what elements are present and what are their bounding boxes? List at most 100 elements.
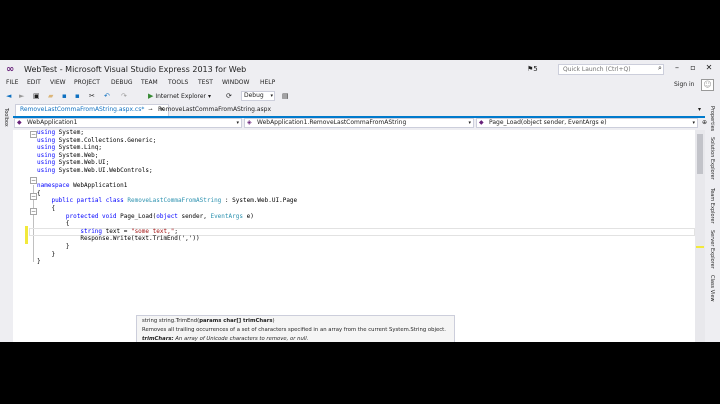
tab-label: RemoveLastCommaFromAString.aspx — [158, 106, 272, 113]
type-name: WebApplication1.RemoveLastCommaFromAStri… — [257, 119, 407, 126]
collapse-using-icon[interactable]: − — [30, 131, 37, 138]
code-line: protected void Page_Load(object sender, … — [65, 212, 254, 220]
code-line: { — [51, 204, 56, 212]
code-line: using System.Web.UI.WebControls; — [37, 166, 153, 174]
toolbar: ◄ ► ▣ ▰ ▪ ▪ ✂ ↶ ↷ ▶ Internet Explorer ▾ … — [0, 90, 720, 102]
window-title: WebTest - Microsoft Visual Studio Expres… — [24, 65, 247, 74]
left-tool-strip: Toolbox — [0, 104, 13, 342]
code-line: public partial class RemoveLastCommaFrom… — [51, 197, 298, 205]
project-dropdown[interactable]: ◆ WebApplication1 ▾ — [14, 118, 242, 128]
start-debugging-button[interactable]: ▶ Internet Explorer ▾ — [148, 91, 211, 102]
chevron-down-icon[interactable]: ▾ — [698, 104, 701, 116]
save-icon[interactable]: ▪ — [62, 90, 67, 102]
tooltip-signature: string string.TrimEnd(params char[] trim… — [142, 318, 275, 324]
code-line: { — [37, 189, 41, 197]
vs-window: ∞ WebTest - Microsoft Visual Studio Expr… — [0, 60, 720, 342]
solution-explorer-tab[interactable]: Solution Explorer — [709, 137, 715, 180]
open-folder-icon[interactable]: ▰ — [48, 90, 53, 102]
menu-test[interactable]: TEST — [198, 79, 213, 86]
scrollbar-thumb[interactable] — [697, 134, 703, 174]
member-name: Page_Load(object sender, EventArgs e) — [489, 119, 607, 126]
play-icon: ▶ — [148, 92, 154, 100]
type-dropdown[interactable]: ◈ WebApplication1.RemoveLastCommaFromASt… — [244, 118, 474, 128]
sign-in-link[interactable]: Sign in — [674, 81, 694, 88]
close-window-button[interactable]: ✕ — [704, 63, 714, 72]
pin-icon[interactable]: ⊸ — [148, 107, 152, 113]
save-all-icon[interactable]: ▪ — [75, 90, 80, 102]
document-tab-well: RemoveLastCommaFromAString.aspx.cs* ⊸ ✕ … — [13, 104, 705, 118]
code-editor[interactable]: − − − − using System; using System.Colle… — [13, 129, 695, 342]
code-line: using System.Collections.Generic; — [37, 136, 157, 144]
right-tool-strip: Properties Solution Explorer Team Explor… — [705, 104, 720, 342]
split-window-icon[interactable]: ⊕ — [702, 119, 707, 126]
menu-debug[interactable]: DEBUG — [111, 79, 133, 86]
code-line: } — [51, 250, 56, 258]
refresh-icon[interactable]: ⟳ — [226, 90, 232, 102]
chevron-down-icon: ▾ — [270, 93, 273, 99]
minimize-button[interactable]: – — [672, 63, 682, 72]
menu-file[interactable]: FILE — [6, 79, 18, 86]
tab-aspx-markup[interactable]: RemoveLastCommaFromAString.aspx — [154, 104, 275, 116]
code-text[interactable]: using System; using System.Collections.G… — [37, 129, 297, 266]
menu-help[interactable]: HELP — [260, 79, 275, 86]
code-line: using System; — [37, 129, 84, 136]
collapse-method-icon[interactable]: − — [30, 208, 37, 215]
team-explorer-tab[interactable]: Team Explorer — [709, 188, 715, 224]
code-line: using System.Linq; — [37, 144, 103, 152]
change-marker — [696, 246, 704, 248]
solution-config-select[interactable]: Debug ▾ — [241, 91, 275, 101]
quick-launch-placeholder: Quick Launch (Ctrl+Q) — [563, 66, 631, 73]
menu-project[interactable]: PROJECT — [74, 79, 100, 86]
properties-tab[interactable]: Properties — [709, 106, 715, 131]
project-name: WebApplication1 — [27, 119, 78, 126]
search-icon[interactable]: ⌕ — [658, 64, 662, 73]
code-line: } — [65, 242, 70, 250]
navigation-bar: ◆ WebApplication1 ▾ ◈ WebApplication1.Re… — [13, 118, 707, 129]
config-value: Debug — [244, 92, 264, 99]
class-view-tab[interactable]: Class View — [709, 275, 715, 302]
collapse-namespace-icon[interactable]: − — [30, 177, 37, 184]
csharp-project-icon: ◆ — [17, 119, 22, 126]
screen: ∞ WebTest - Microsoft Visual Studio Expr… — [0, 0, 720, 404]
menu-tools[interactable]: TOOLS — [168, 79, 188, 86]
cut-icon[interactable]: ✂ — [89, 90, 95, 102]
quick-launch-input[interactable]: Quick Launch (Ctrl+Q) — [558, 64, 664, 75]
chevron-down-icon: ▾ — [236, 120, 239, 126]
editor-vertical-scrollbar[interactable] — [695, 130, 705, 342]
toolbar-options-icon[interactable]: ▤ — [282, 90, 289, 102]
unsaved-change-marker — [25, 226, 28, 244]
code-line: namespace WebApplication1 — [37, 182, 128, 190]
quick-info-tooltip: string string.TrimEnd(params char[] trim… — [136, 315, 455, 342]
menu-team[interactable]: TEAM — [141, 79, 158, 86]
collapse-class-icon[interactable]: − — [30, 193, 37, 200]
code-line: using System.Web; — [37, 151, 99, 159]
new-project-icon[interactable]: ▣ — [33, 90, 40, 102]
member-dropdown[interactable]: ◆ Page_Load(object sender, EventArgs e) … — [476, 118, 698, 128]
tooltip-parameter: trimChars: An array of Unicode character… — [142, 336, 309, 342]
visual-studio-logo-icon: ∞ — [6, 64, 15, 75]
toolbox-tab[interactable]: Toolbox — [3, 108, 9, 127]
code-line: string text = "some text,"; — [80, 227, 178, 235]
menu-view[interactable]: VIEW — [50, 79, 66, 86]
title-bar: ∞ WebTest - Microsoft Visual Studio Expr… — [0, 60, 720, 78]
back-icon[interactable]: ◄ — [6, 90, 11, 102]
menu-window[interactable]: WINDOW — [222, 79, 249, 86]
code-line: } — [37, 258, 41, 266]
feedback-flag[interactable]: ⚑5 — [527, 65, 538, 73]
menu-edit[interactable]: EDIT — [27, 79, 41, 86]
maximize-button[interactable]: ▫ — [688, 63, 698, 72]
tab-label: RemoveLastCommaFromAString.aspx.cs* — [20, 106, 145, 113]
code-line: using System.Web.UI; — [37, 159, 110, 167]
redo-icon[interactable]: ↷ — [121, 90, 127, 102]
forward-icon[interactable]: ► — [19, 90, 24, 102]
code-line: { — [65, 220, 70, 228]
menu-bar: FILE EDIT VIEW PROJECT DEBUG TEAM TOOLS … — [0, 78, 720, 89]
method-icon: ◆ — [479, 119, 484, 126]
class-icon: ◈ — [247, 119, 252, 126]
chevron-down-icon: ▾ — [468, 120, 471, 126]
tab-code-behind[interactable]: RemoveLastCommaFromAString.aspx.cs* ⊸ ✕ — [15, 104, 170, 116]
code-line: Response.Write(text.TrimEnd(',')) — [80, 235, 200, 243]
server-explorer-tab[interactable]: Server Explorer — [709, 230, 715, 269]
chevron-down-icon: ▾ — [207, 93, 211, 100]
undo-icon[interactable]: ↶ — [104, 90, 110, 102]
